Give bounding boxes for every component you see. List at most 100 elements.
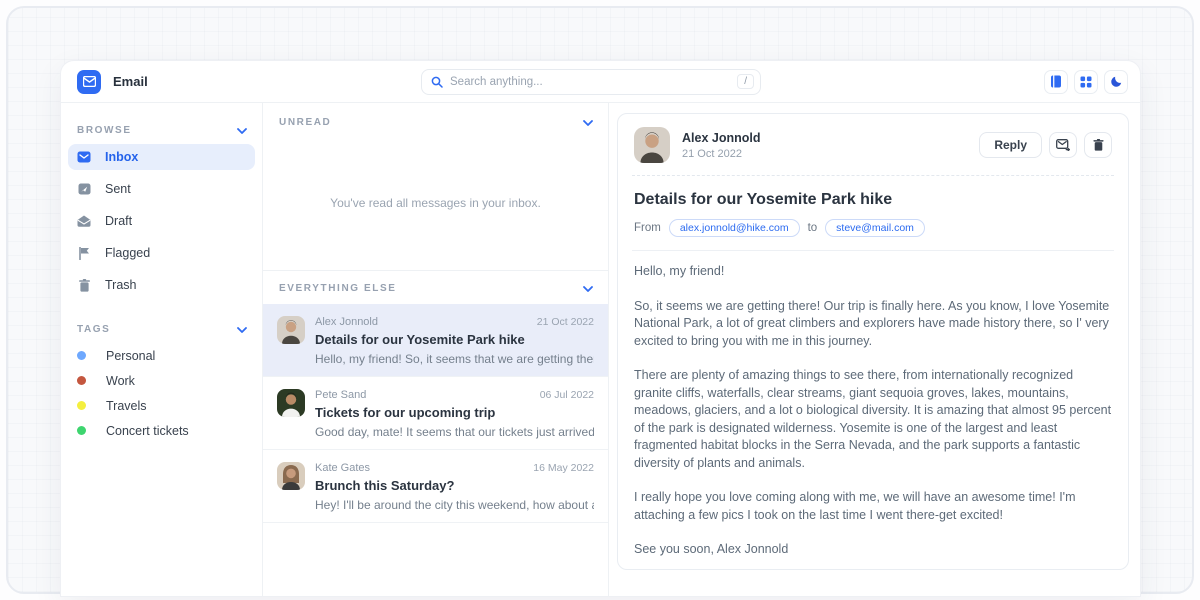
unread-section-header[interactable]: UNREAD [263,103,608,136]
tags-section-header[interactable]: TAGS [61,316,262,343]
tag-item-concert-tickets[interactable]: Concert tickets [61,418,262,443]
tags-section: TAGS Personal Work Travels [61,316,262,443]
mail-item-content: Kate Gates 16 May 2022 Brunch this Satur… [315,462,594,512]
sent-icon [77,183,91,195]
tag-label: Concert tickets [106,424,189,438]
browse-label: BROWSE [77,125,132,136]
avatar [277,316,305,344]
message-list-column: UNREAD You've read all messages in your … [263,103,609,596]
detail-subject: Details for our Yosemite Park hike [634,191,1112,209]
dark-mode-button[interactable] [1104,70,1128,94]
mail-subject: Brunch this Saturday? [315,478,594,493]
divider [632,250,1114,251]
topbar-actions [1044,70,1128,94]
mail-subject: Details for our Yosemite Park hike [315,332,594,347]
sidebar-item-sent[interactable]: Sent [68,176,255,202]
mail-date: 06 Jul 2022 [540,389,594,401]
mail-forward-icon [1056,139,1070,151]
apps-grid-button[interactable] [1074,70,1098,94]
detail-header: Alex Jonnold 21 Oct 2022 Reply [634,127,1112,163]
email-paragraph: There are plenty of amazing things to se… [634,367,1112,472]
browse-section-header[interactable]: BROWSE [61,117,262,144]
tag-label: Work [106,374,135,388]
sidebar-item-label: Draft [105,214,132,228]
tag-item-work[interactable]: Work [61,368,262,393]
email-paragraph: Hello, my friend! [634,263,1112,281]
envelope-logo-icon [83,76,96,87]
reply-button[interactable]: Reply [979,132,1042,158]
mail-sender: Pete Sand [315,389,366,401]
trash-icon [1093,139,1104,151]
grid-icon [1080,76,1092,88]
mail-preview: Hey! I'll be around the city this weeken… [315,498,594,512]
divider [632,175,1114,176]
moon-icon [1110,75,1123,88]
email-detail-column: Alex Jonnold 21 Oct 2022 Reply [609,103,1140,596]
sidebar-item-draft[interactable]: Draft [68,208,255,234]
email-signoff: See you soon, Alex Jonnold [634,541,1112,559]
mail-item-content: Pete Sand 06 Jul 2022 Tickets for our up… [315,389,594,439]
detail-sender-name: Alex Jonnold [682,131,760,145]
email-paragraph: I really hope you love coming along with… [634,489,1112,524]
mail-date: 21 Oct 2022 [537,316,594,328]
mail-preview: Good day, mate! It seems that our ticket… [315,425,594,439]
tag-color-dot [77,401,86,410]
app-logo [77,70,101,94]
search-box[interactable]: / [421,69,761,95]
mail-sender: Alex Jonnold [315,316,378,328]
mail-list-item[interactable]: Kate Gates 16 May 2022 Brunch this Satur… [263,450,608,523]
tags-label: TAGS [77,324,110,335]
mail-date: 16 May 2022 [533,462,594,474]
from-to-row: From alex.jonnold@hike.com to steve@mail… [634,219,1112,237]
mail-subject: Tickets for our upcoming trip [315,405,594,420]
mail-sender: Kate Gates [315,462,370,474]
tag-item-personal[interactable]: Personal [61,343,262,368]
delete-email-button[interactable] [1084,132,1112,158]
sidebar-item-flagged[interactable]: Flagged [68,240,255,266]
avatar [277,462,305,490]
chevron-down-icon[interactable] [237,128,247,134]
chevron-down-icon[interactable] [237,327,247,333]
sidebar-item-label: Sent [105,182,131,196]
search-input[interactable] [450,76,737,88]
app-body: BROWSE Inbox Sent [61,103,1140,596]
from-address-chip[interactable]: alex.jonnold@hike.com [669,219,800,237]
email-body: Hello, my friend! So, it seems we are ge… [634,263,1112,559]
detail-date: 21 Oct 2022 [682,148,760,160]
chevron-down-icon[interactable] [583,286,593,292]
tag-label: Personal [106,349,155,363]
tag-color-dot [77,376,86,385]
search-icon [431,76,443,88]
inbox-empty-state: You've read all messages in your inbox. [263,136,608,270]
app-title: Email [113,74,148,89]
topbar: Email / [61,61,1140,103]
sidebar-item-inbox[interactable]: Inbox [68,144,255,170]
tag-color-dot [77,426,86,435]
chevron-down-icon[interactable] [583,120,593,126]
empty-state-text: You've read all messages in your inbox. [330,196,541,210]
email-detail-panel: Alex Jonnold 21 Oct 2022 Reply [617,113,1129,570]
tag-color-dot [77,351,86,360]
tag-item-travels[interactable]: Travels [61,393,262,418]
mail-list-item[interactable]: Alex Jonnold 21 Oct 2022 Details for our… [263,304,608,377]
avatar [634,127,670,163]
mail-preview: Hello, my friend! So, it seems that we a… [315,352,594,366]
to-label: to [808,222,818,234]
email-app-window: Email / [60,60,1141,597]
email-paragraph: So, it seems we are getting there! Our t… [634,298,1112,351]
flag-icon [77,247,91,260]
sidebar: BROWSE Inbox Sent [61,103,263,596]
everything-else-section-header[interactable]: EVERYTHING ELSE [263,271,608,304]
mail-item-content: Alex Jonnold 21 Oct 2022 Details for our… [315,316,594,366]
to-address-chip[interactable]: steve@mail.com [825,219,925,237]
journal-icon [1050,75,1062,88]
forward-email-button[interactable] [1049,132,1077,158]
sidebar-item-trash[interactable]: Trash [68,272,255,298]
sidebar-item-label: Flagged [105,246,150,260]
unread-section: UNREAD You've read all messages in your … [263,103,608,271]
sidebar-item-label: Inbox [105,150,138,164]
journal-button[interactable] [1044,70,1068,94]
mail-list-item[interactable]: Pete Sand 06 Jul 2022 Tickets for our up… [263,377,608,450]
draft-icon [77,215,91,227]
tag-label: Travels [106,399,147,413]
